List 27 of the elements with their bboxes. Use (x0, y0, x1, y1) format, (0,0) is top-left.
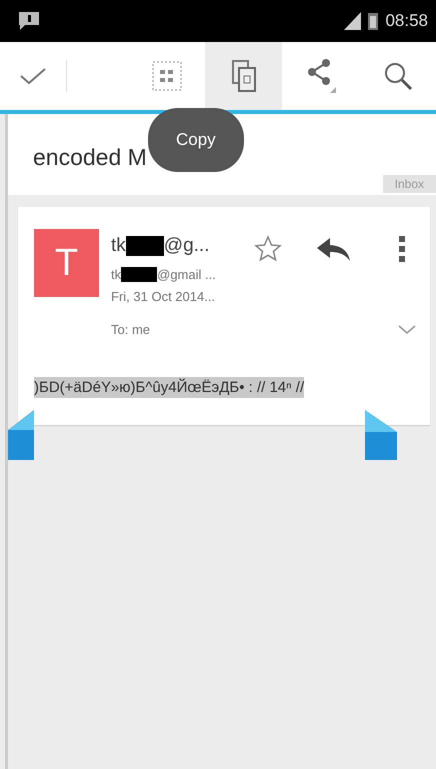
recipients: To: me (111, 322, 150, 337)
selection-handle[interactable] (8, 410, 34, 460)
message-body: )БD(+äDéY»ю)Б^ûy4ЙœЁэДБ• : // 14ⁿ // (34, 377, 304, 398)
redaction-bar (126, 236, 164, 256)
reply-icon[interactable] (316, 237, 352, 263)
sender-address: tk (111, 267, 122, 282)
star-icon[interactable] (254, 235, 282, 263)
select-all-icon (150, 60, 182, 92)
checkmark-icon (19, 66, 47, 86)
clock: 08:58 (385, 11, 428, 31)
sender-name: tk (111, 235, 126, 257)
message-date: Fri, 31 Oct 2014... (111, 289, 216, 304)
battery-icon (367, 11, 380, 31)
redaction-bar (121, 267, 158, 282)
copy-button[interactable] (205, 42, 282, 110)
sender-name: @g... (164, 235, 210, 257)
selection-handle[interactable] (365, 410, 397, 460)
expand-icon[interactable] (398, 325, 416, 335)
notification-icon (18, 11, 40, 31)
conversation-subject: encoded M (33, 144, 147, 171)
copy-tooltip: Copy (148, 108, 244, 172)
signal-icon (343, 11, 362, 31)
folder-label: Inbox (382, 175, 436, 193)
sender-avatar: T (34, 229, 99, 297)
more-icon[interactable] (398, 234, 406, 264)
sender-address: @gmail ... (157, 267, 216, 282)
copy-icon (230, 59, 256, 93)
